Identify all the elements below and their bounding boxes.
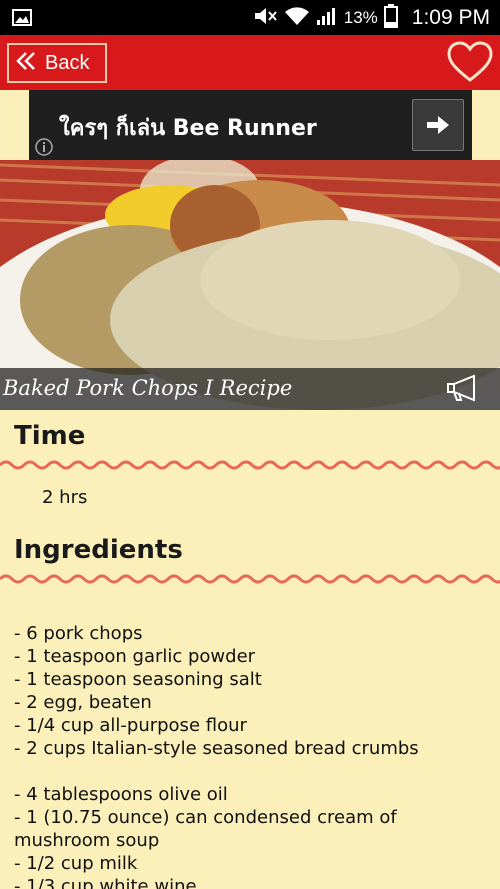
ingredient-line: - 1 (10.75 ounce) can condensed cream of (14, 807, 397, 828)
battery-percent: 13% (343, 7, 378, 27)
ingredient-line: - 1 teaspoon garlic powder (14, 646, 256, 667)
app-bar: Back (0, 35, 500, 90)
back-button[interactable]: Back (7, 43, 107, 83)
recipe-title: Baked Pork Chops I Recipe (3, 376, 293, 400)
clock: 1:09 PM (411, 5, 490, 29)
ingredient-line: - 2 cups Italian-style seasoned bread cr… (14, 738, 419, 759)
ingredient-line: mushroom soup (14, 830, 160, 851)
ingredients-heading: Ingredients (14, 535, 183, 565)
ingredient-line: - 1 teaspoon seasoning salt (14, 669, 262, 690)
ingredients-list: - 6 pork chops - 1 teaspoon garlic powde… (14, 622, 494, 889)
arrow-right-icon[interactable] (412, 99, 464, 151)
time-value: 2 hrs (42, 487, 88, 508)
ingredient-line: - 4 tablespoons olive oil (14, 784, 228, 805)
wave-divider (0, 460, 500, 470)
info-icon[interactable] (33, 136, 55, 158)
time-heading: Time (14, 421, 86, 451)
ingredient-line: - 1/3 cup white wine (14, 876, 197, 889)
mute-icon (252, 6, 278, 30)
favorite-heart-icon[interactable] (446, 41, 494, 87)
battery-icon (383, 3, 398, 32)
recipe-title-bar: Baked Pork Chops I Recipe (0, 368, 500, 410)
signal-icon (316, 6, 338, 30)
wifi-icon (284, 6, 310, 30)
wave-divider (0, 574, 500, 584)
ad-text: ใครๆ ก็เล่น Bee Runner (59, 116, 317, 141)
ingredient-spacer (14, 760, 494, 783)
status-bar: 13% 1:09 PM (0, 0, 500, 35)
double-chevron-left-icon (15, 50, 37, 76)
ingredient-line: - 6 pork chops (14, 623, 143, 644)
ingredient-line: - 1/2 cup milk (14, 853, 138, 874)
back-button-label: Back (45, 51, 90, 74)
ingredient-line: - 2 egg, beaten (14, 692, 152, 713)
megaphone-icon[interactable] (444, 373, 482, 407)
ad-banner[interactable]: ใครๆ ก็เล่น Bee Runner (29, 90, 472, 160)
gallery-notification-icon (12, 9, 32, 30)
ingredient-line: - 1/4 cup all-purpose flour (14, 715, 247, 736)
